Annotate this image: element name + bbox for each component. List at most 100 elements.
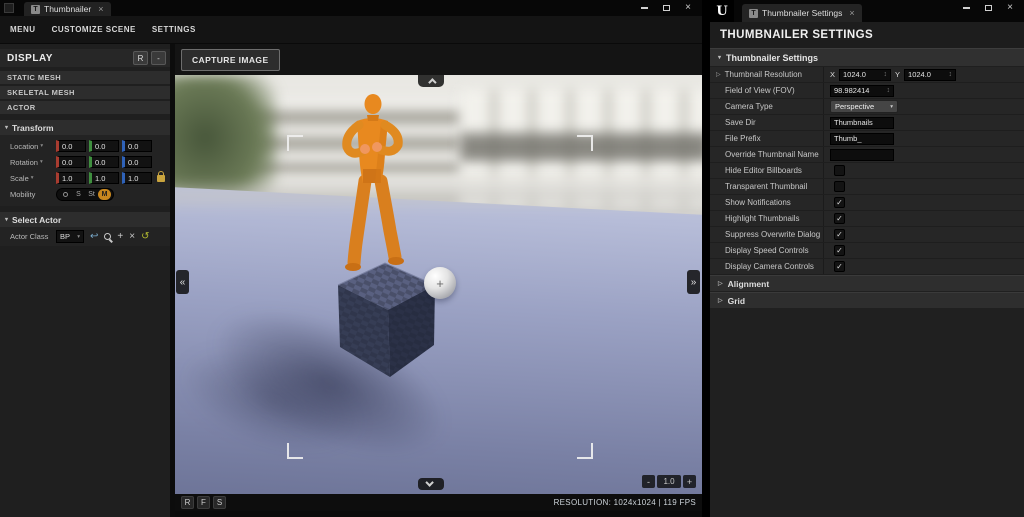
resolution-status: RESOLUTION: 1024x1024 | 119 FPS — [554, 498, 696, 507]
property-label[interactable]: ▷ Thumbnail Resolution — [710, 67, 823, 82]
location-label[interactable]: Location ▾ — [10, 142, 56, 151]
thumbnailer-window: T Thumbnailer × × MENU CUSTOMIZE SCENE S… — [0, 0, 702, 517]
capture-image-button[interactable]: CAPTURE IMAGE — [181, 49, 280, 71]
zoom-level: 1.0 — [657, 475, 681, 488]
viewport-bottom-spacer — [175, 511, 702, 517]
property-row-show-notifications: Show Notifications — [710, 195, 1024, 211]
add-icon[interactable]: + — [117, 232, 123, 242]
tab-title: Thumbnailer — [44, 4, 91, 14]
display-camera-controls-checkbox[interactable] — [834, 261, 845, 272]
pan-up-button[interactable] — [418, 75, 444, 87]
collapse-button[interactable]: - — [151, 51, 166, 65]
snapshot-button[interactable]: S — [213, 496, 226, 509]
resolution-y-input[interactable]: 1024.0 ↕ — [904, 69, 956, 81]
tab-thumbnailer-settings[interactable]: T Thumbnailer Settings × — [742, 4, 862, 22]
property-row-transparent-thumbnail: Transparent Thumbnail — [710, 179, 1024, 195]
property-label: Suppress Overwrite Dialog — [710, 227, 823, 242]
location-y-input[interactable]: 0.0 — [89, 140, 119, 152]
property-value: 98.982414 ↕ — [823, 83, 1024, 98]
minimize-icon[interactable] — [633, 1, 655, 14]
scale-z-input[interactable]: 1.0 — [122, 172, 152, 184]
undo-icon[interactable]: ↩ — [90, 232, 98, 242]
suppress-overwrite-dialog-checkbox[interactable] — [834, 229, 845, 240]
remove-icon[interactable]: × — [129, 232, 135, 242]
override-thumbnail-name-input[interactable] — [830, 149, 894, 161]
resolution-x-input[interactable]: 1024.0 ↕ — [839, 69, 891, 81]
mobility-option-m[interactable]: M — [98, 189, 111, 200]
focus-button[interactable]: F — [197, 496, 210, 509]
tab-close-icon[interactable]: × — [98, 5, 103, 14]
location-z-input[interactable]: 0.0 — [122, 140, 152, 152]
value-drag-icon[interactable]: ↕ — [884, 71, 888, 78]
file-prefix-input[interactable]: Thumb_ — [830, 133, 894, 145]
scale-x-input[interactable]: 1.0 — [56, 172, 86, 184]
minimize-icon[interactable] — [955, 1, 977, 14]
display-speed-controls-checkbox[interactable] — [834, 245, 845, 256]
zoom-in-button[interactable]: + — [683, 475, 696, 488]
property-label: Save Dir — [710, 115, 823, 130]
menu-item-menu[interactable]: MENU — [10, 25, 36, 34]
camera-type-dropdown[interactable]: Perspective ▾ — [830, 100, 898, 113]
chevron-down-icon: ▾ — [40, 143, 43, 149]
actor-class-dropdown[interactable]: BP ▾ — [56, 230, 84, 243]
pan-down-button[interactable] — [418, 478, 444, 490]
close-icon[interactable]: × — [999, 1, 1021, 14]
save-dir-input[interactable]: Thumbnails — [830, 117, 894, 129]
property-value — [823, 259, 1024, 274]
rotation-y-input[interactable]: 0.0 — [89, 156, 119, 168]
scale-y-input[interactable]: 1.0 — [89, 172, 119, 184]
sphere-mesh[interactable]: + — [424, 267, 456, 299]
maximize-icon[interactable] — [655, 1, 677, 14]
category-skeletal-mesh[interactable]: SKELETAL MESH — [0, 86, 170, 99]
refresh-icon[interactable]: ↺ — [141, 232, 149, 242]
maximize-icon[interactable] — [977, 1, 999, 14]
rotation-x-input[interactable]: 0.0 — [56, 156, 86, 168]
hide-editor-billboards-checkbox[interactable] — [834, 165, 845, 176]
property-row-display-speed-controls: Display Speed Controls — [710, 243, 1024, 259]
horizon-blur — [175, 187, 702, 205]
fov-input[interactable]: 98.982414 ↕ — [830, 85, 894, 97]
settings-section-header[interactable]: ▾ Thumbnailer Settings — [710, 48, 1024, 67]
reset-button[interactable]: R — [133, 51, 148, 65]
transform-section-header[interactable]: ▾ Transform — [0, 120, 170, 135]
expand-arrow-icon: ▾ — [5, 124, 8, 131]
add-mesh-icon[interactable]: + — [436, 277, 444, 290]
property-value — [823, 195, 1024, 210]
value-drag-icon[interactable]: ↕ — [887, 87, 891, 94]
category-actor[interactable]: ACTOR — [0, 101, 170, 114]
highlight-thumbnails-checkbox[interactable] — [834, 213, 845, 224]
property-label: Display Speed Controls — [710, 243, 823, 258]
tab-close-icon[interactable]: × — [849, 9, 854, 18]
show-notifications-checkbox[interactable] — [834, 197, 845, 208]
reset-view-button[interactable]: R — [181, 496, 194, 509]
scale-label[interactable]: Scale ▾ — [10, 174, 56, 183]
select-actor-section-header[interactable]: ▾ Select Actor — [0, 212, 170, 227]
alignment-section-header[interactable]: ▷ Alignment — [710, 275, 1024, 292]
actor-class-label: Actor Class — [10, 232, 50, 241]
mobility-static-icon[interactable] — [59, 189, 72, 200]
category-static-mesh[interactable]: STATIC MESH — [0, 71, 170, 84]
lock-scale-icon[interactable] — [157, 175, 165, 182]
search-icon[interactable] — [104, 233, 111, 240]
rotation-z-input[interactable]: 0.0 — [122, 156, 152, 168]
tab-thumbnailer[interactable]: T Thumbnailer × — [24, 2, 111, 16]
location-x-input[interactable]: 0.0 — [56, 140, 86, 152]
property-value: Perspective ▾ — [823, 99, 1024, 114]
property-label: Camera Type — [710, 99, 823, 114]
menu-item-settings[interactable]: SETTINGS — [152, 25, 196, 34]
pan-right-button[interactable]: » — [687, 270, 700, 294]
rotation-label[interactable]: Rotation ▾ — [10, 158, 56, 167]
viewport-3d-scene[interactable]: + « » - 1.0 + — [175, 75, 702, 494]
grid-section-header[interactable]: ▷ Grid — [710, 292, 1024, 309]
zoom-out-button[interactable]: - — [642, 475, 655, 488]
mobility-option-s[interactable]: S — [72, 189, 85, 200]
pan-left-button[interactable]: « — [176, 270, 189, 294]
select-actor-title: Select Actor — [12, 215, 61, 225]
value-drag-icon[interactable]: ↕ — [949, 71, 953, 78]
menu-item-customize-scene[interactable]: CUSTOMIZE SCENE — [52, 25, 136, 34]
close-icon[interactable]: × — [677, 1, 699, 14]
mobility-segmented-control: S St M — [56, 188, 114, 201]
mannequin-figure[interactable] — [315, 91, 435, 281]
mobility-option-st[interactable]: St — [85, 189, 98, 200]
transparent-thumbnail-checkbox[interactable] — [834, 181, 845, 192]
